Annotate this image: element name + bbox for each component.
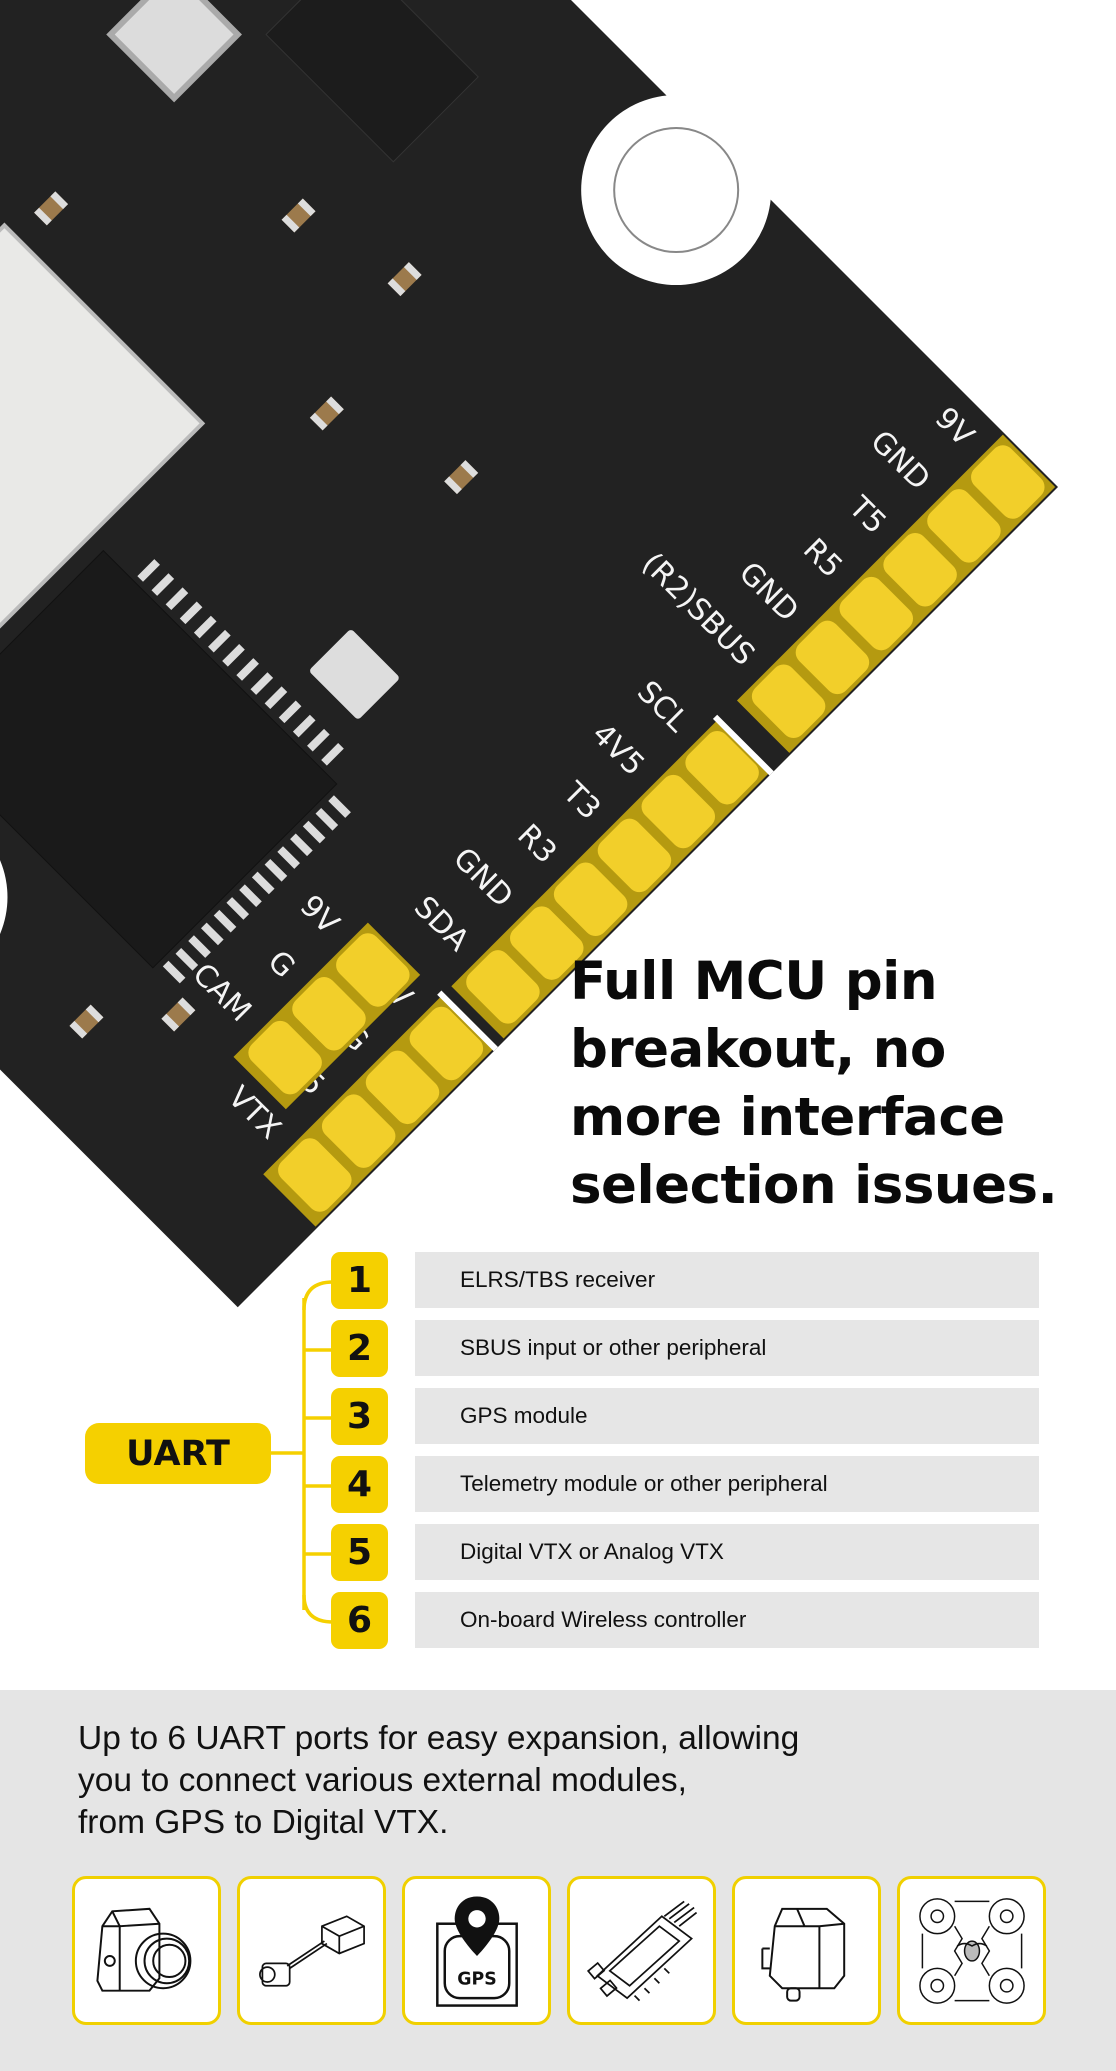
port-row: GPS module	[415, 1388, 1039, 1444]
port-description: ELRS/TBS receiver	[460, 1267, 656, 1292]
headline-line: breakout, no	[570, 1019, 946, 1080]
port-number-badge: 6	[331, 1592, 388, 1649]
port-description: GPS module	[460, 1403, 588, 1428]
port-number-badge: 3	[331, 1388, 388, 1445]
uart-tree-connector	[271, 1280, 334, 1624]
module-card-receiver	[567, 1876, 716, 2025]
port-number-badge: 4	[331, 1456, 388, 1513]
port-number-badge: 2	[331, 1320, 388, 1377]
uart-label: UART	[85, 1423, 271, 1484]
telemetry-module-icon	[760, 1907, 845, 2002]
digital-vtx-camera-icon	[258, 1914, 365, 1987]
headline-line: Full MCU pin	[570, 951, 938, 1012]
module-card-gps: GPS	[402, 1876, 551, 2025]
port-description: Telemetry module or other peripheral	[460, 1471, 828, 1496]
receiver-module-icon	[586, 1900, 697, 2001]
headline-line: selection issues.	[570, 1155, 1058, 1216]
description-line: Up to 6 UART ports for easy expansion, a…	[78, 1720, 800, 1757]
tree-branch-6	[302, 1594, 334, 1624]
port-description: On-board Wireless controller	[460, 1607, 747, 1632]
fpv-camera-icon	[95, 1907, 191, 1992]
port-description: SBUS input or other peripheral	[460, 1335, 767, 1360]
port-description: Digital VTX or Analog VTX	[460, 1539, 724, 1564]
wireless-controller-board-icon	[918, 1897, 1025, 2004]
description-line: from GPS to Digital VTX.	[78, 1804, 449, 1841]
expansion-description: Up to 6 UART ports for easy expansion, a…	[78, 1718, 978, 1844]
description-line: you to connect various external modules,	[78, 1762, 687, 1799]
module-card-wireless-board	[897, 1876, 1046, 2025]
gps-icon: GPS	[435, 1895, 518, 2007]
module-card-telemetry	[732, 1876, 881, 2025]
port-row: SBUS input or other peripheral	[415, 1320, 1039, 1376]
port-number-badge: 1	[331, 1252, 388, 1309]
expansion-section: Up to 6 UART ports for easy expansion, a…	[0, 1690, 1116, 2071]
tree-branch-1	[302, 1280, 334, 1311]
gps-label: GPS	[457, 1969, 496, 1989]
headline-line: more interface	[570, 1087, 1005, 1148]
headline: Full MCU pin breakout, no more interface…	[570, 948, 1090, 1220]
port-row: ELRS/TBS receiver	[415, 1252, 1039, 1308]
module-card-camera	[72, 1876, 221, 2025]
port-number-badge: 5	[331, 1524, 388, 1581]
module-card-digital-vtx	[237, 1876, 386, 2025]
port-row: Digital VTX or Analog VTX	[415, 1524, 1039, 1580]
port-row: On-board Wireless controller	[415, 1592, 1039, 1648]
port-row: Telemetry module or other peripheral	[415, 1456, 1039, 1512]
